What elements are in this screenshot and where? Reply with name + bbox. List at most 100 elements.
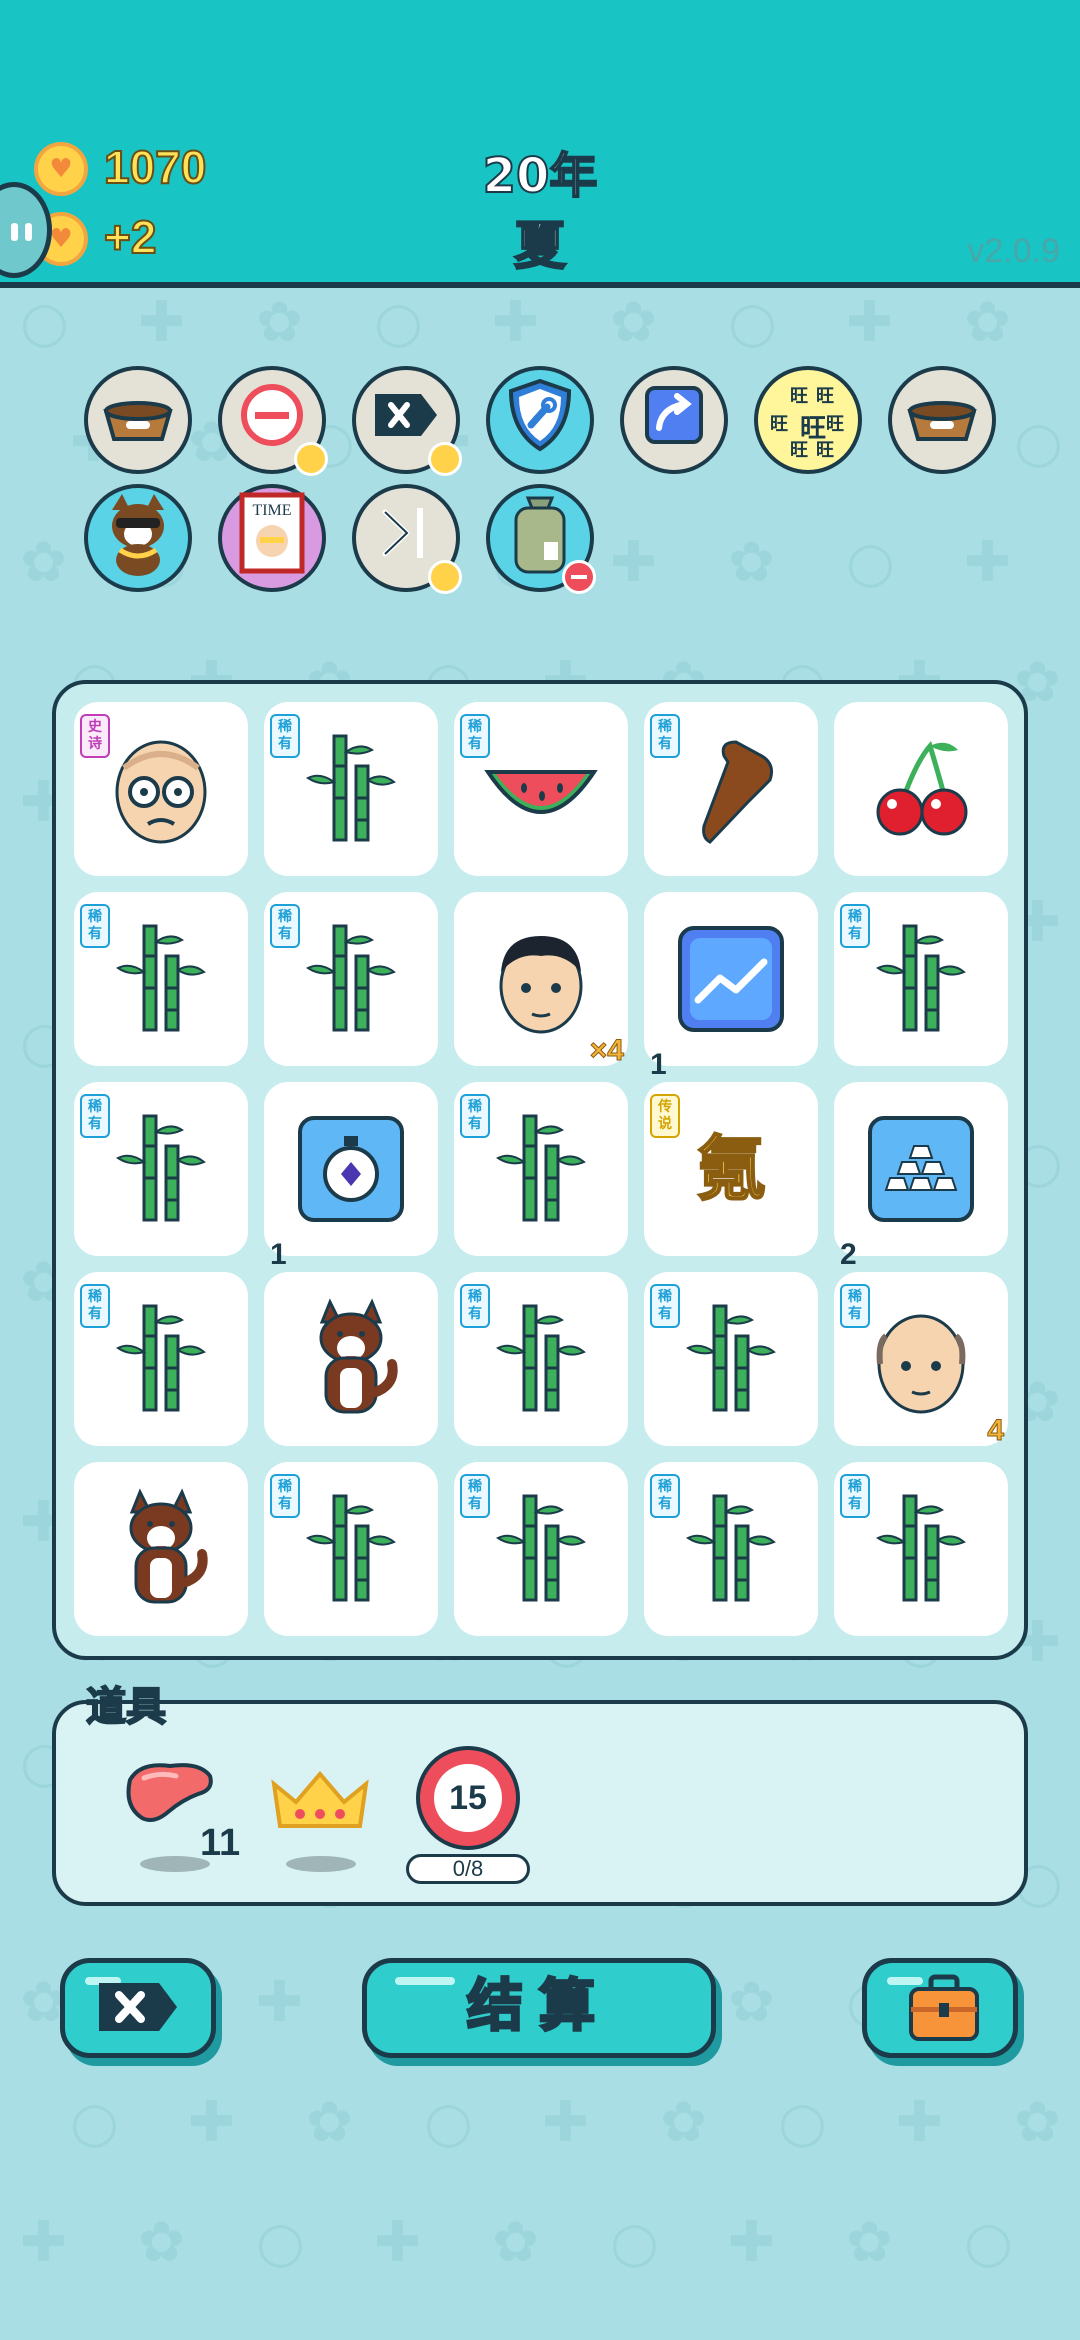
- bg-pattern-shape: ○: [610, 2210, 659, 2275]
- slot-cell-bamboo[interactable]: 稀有: [454, 1082, 628, 1256]
- crown-item[interactable]: [268, 1766, 372, 1836]
- effect-wang-text[interactable]: 旺旺旺旺旺旺旺: [754, 366, 862, 474]
- slot-cell-gold-bars[interactable]: 2: [834, 1082, 1008, 1271]
- effect-arrow-up-card[interactable]: [620, 366, 728, 474]
- bg-pattern-shape: ✚: [610, 530, 657, 595]
- bg-pattern-shape: ✚: [492, 290, 539, 355]
- rarity-tag: 稀有: [840, 1474, 870, 1518]
- bg-pattern-shape: ✚: [188, 2090, 235, 2155]
- coin-badge-icon: [428, 442, 462, 476]
- slot-cell-husky[interactable]: [264, 1272, 438, 1446]
- shield-wrench-icon: [505, 377, 575, 463]
- effect-minus-circle[interactable]: [218, 366, 328, 476]
- slot-cell-bamboo[interactable]: 稀有: [834, 1462, 1008, 1636]
- slot-cell-bamboo[interactable]: 稀有: [74, 892, 248, 1066]
- slot-cell-trend-chart[interactable]: 1: [644, 892, 818, 1081]
- top-bar: 1070 +2 20年 夏 v2.0.9: [0, 0, 1080, 288]
- rarity-tag: 稀有: [80, 904, 110, 948]
- slot-cell-bamboo[interactable]: 稀有: [264, 702, 438, 876]
- slot-cell-bamboo[interactable]: 稀有: [74, 1082, 248, 1256]
- rarity-tag: 稀有: [270, 1474, 300, 1518]
- effect-sack[interactable]: [486, 484, 596, 594]
- slot-cell-watermelon[interactable]: 稀有: [454, 702, 628, 876]
- wang-text-icon: 旺旺旺旺旺旺旺: [770, 386, 844, 461]
- rarity-tag: 稀有: [80, 1094, 110, 1138]
- year-label: 20年: [482, 147, 599, 205]
- bg-pattern-shape: ✿: [728, 530, 775, 595]
- delete-tag-icon: [99, 1983, 177, 2031]
- effect-cool-dog[interactable]: [84, 484, 192, 592]
- season-label: 夏: [513, 216, 567, 278]
- items-title: 道具: [85, 1683, 167, 1731]
- effect-skip[interactable]: [352, 484, 462, 594]
- crown-shadow: [286, 1856, 356, 1872]
- liver-item[interactable]: [120, 1760, 220, 1830]
- bg-pattern-shape: ✚: [728, 2210, 775, 2275]
- bg-pattern-shape: ✿: [20, 530, 67, 595]
- bg-pattern-shape: ○: [1014, 410, 1063, 475]
- slot-cell-pointing-hand[interactable]: 稀有: [644, 702, 818, 876]
- husky-icon: [74, 1462, 248, 1636]
- slot-cell-man-face[interactable]: ×4: [454, 892, 628, 1068]
- rarity-tag: 稀有: [460, 1474, 490, 1518]
- delete-tag-icon: [371, 390, 441, 450]
- slot-cell-bamboo[interactable]: 稀有: [74, 1272, 248, 1446]
- slot-cell-bamboo[interactable]: 稀有: [454, 1462, 628, 1636]
- bg-pattern-shape: ✿: [306, 2090, 353, 2155]
- slot-cell-bamboo[interactable]: 稀有: [834, 892, 1008, 1066]
- effect-pet-food-bowl[interactable]: [888, 366, 996, 474]
- slot-cell-bamboo[interactable]: 稀有: [454, 1272, 628, 1446]
- crown-icon: [271, 1770, 369, 1828]
- bg-pattern-shape: ✿: [660, 2090, 707, 2155]
- bg-pattern-shape: ✿: [1014, 2090, 1061, 2155]
- slot-cell-old-man-glasses[interactable]: 史诗: [74, 702, 248, 876]
- slot-cell-stopwatch[interactable]: 1: [264, 1082, 438, 1271]
- effect-delete-tag[interactable]: [352, 366, 462, 476]
- time-magazine-icon: TIME: [236, 491, 308, 585]
- slot-cell-cherry[interactable]: [834, 702, 1008, 876]
- rarity-tag: 稀有: [270, 904, 300, 948]
- rarity-tag: 稀有: [840, 904, 870, 948]
- pet-food-bowl-icon: [98, 385, 178, 455]
- remove-button[interactable]: [60, 1958, 216, 2058]
- slot-cell-bamboo[interactable]: 稀有: [644, 1272, 818, 1446]
- bg-pattern-shape: ✿: [728, 1970, 775, 2035]
- rarity-tag: 稀有: [460, 1094, 490, 1138]
- slot-cell-bamboo[interactable]: 稀有: [644, 1462, 818, 1636]
- liver-count: 11: [200, 1822, 241, 1864]
- rarity-tag: 稀有: [840, 1284, 870, 1328]
- effect-time-magazine[interactable]: TIME: [218, 484, 326, 592]
- bg-pattern-shape: ✚: [256, 1970, 303, 2035]
- slot-cell-krypton[interactable]: 氪传说: [644, 1082, 818, 1256]
- bg-pattern-shape: ✿: [846, 2210, 893, 2275]
- slot-cell-bamboo[interactable]: 稀有: [264, 1462, 438, 1636]
- bg-pattern-shape: ✿: [610, 290, 657, 355]
- rarity-tag: 传说: [650, 1094, 680, 1138]
- rarity-tag: 稀有: [650, 1474, 680, 1518]
- counter-label: 1: [270, 1238, 287, 1271]
- bg-pattern-shape: ○: [256, 2210, 305, 2275]
- settle-button[interactable]: 结算: [362, 1958, 716, 2058]
- rarity-tag: 史诗: [80, 714, 110, 758]
- inventory-button[interactable]: [862, 1958, 1018, 2058]
- bg-pattern-shape: ✚: [374, 2210, 421, 2275]
- remove-badge-icon: [562, 560, 596, 594]
- rarity-tag: 稀有: [650, 714, 680, 758]
- settle-label: 结算: [466, 1973, 611, 2041]
- timer-item[interactable]: 15: [416, 1746, 520, 1850]
- cherry-icon: [834, 702, 1008, 876]
- counter-label: 2: [840, 1238, 857, 1271]
- rarity-tag: 稀有: [650, 1284, 680, 1328]
- stopwatch-icon: [264, 1082, 438, 1256]
- svg-text:TIME: TIME: [252, 502, 291, 519]
- slot-cell-husky[interactable]: [74, 1462, 248, 1636]
- bg-pattern-shape: ○: [424, 2090, 473, 2155]
- effect-pet-food-bowl[interactable]: [84, 366, 192, 474]
- items-panel: 11 15 0/8: [52, 1700, 1028, 1906]
- coin-badge-icon: [428, 560, 462, 594]
- slot-cell-bald-man[interactable]: 稀有 4: [834, 1272, 1008, 1448]
- effect-shield-wrench[interactable]: [486, 366, 594, 474]
- bg-pattern-shape: ○: [70, 2090, 119, 2155]
- bg-pattern-shape: ✚: [896, 2090, 943, 2155]
- slot-cell-bamboo[interactable]: 稀有: [264, 892, 438, 1066]
